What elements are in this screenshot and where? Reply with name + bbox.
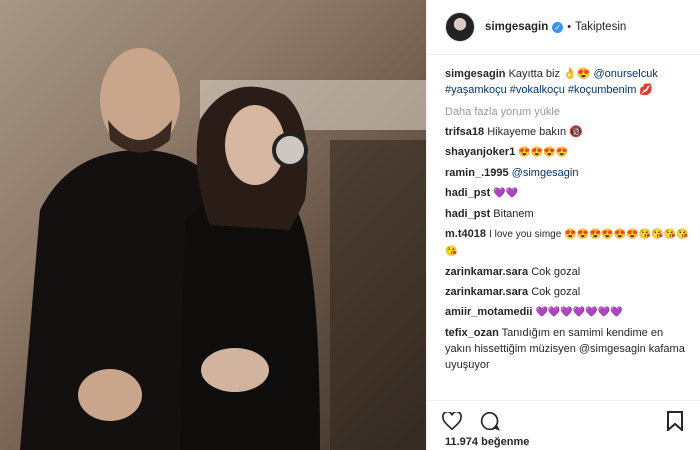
post-photo[interactable] xyxy=(0,0,426,450)
follow-status-button[interactable]: Takiptesin xyxy=(575,21,626,33)
photo-illustration xyxy=(0,0,426,450)
comment-text: Cok gozal xyxy=(531,286,581,298)
comment-text[interactable]: @simgesagin xyxy=(512,167,579,179)
comment-text: 💜💜 xyxy=(493,188,519,199)
caption-hashtags[interactable]: #yaşamkoçu #vokalkoçu #koçumbenim 💋 xyxy=(445,84,653,96)
comment-item: amiir_motamedii 💜💜💜💜💜💜💜 xyxy=(445,304,690,321)
avatar[interactable] xyxy=(445,12,475,42)
caption-mention[interactable]: @onurselcuk xyxy=(593,68,657,80)
comment-item: hadi_pst 💜💜 xyxy=(445,185,690,202)
caption-username[interactable]: simgesagin xyxy=(445,68,506,80)
verified-badge-icon: ✓ xyxy=(552,21,564,33)
comment-text: 💜💜💜💜💜💜💜 xyxy=(535,307,623,318)
comment-item: zarinkamar.sara Cok gozal xyxy=(445,284,690,300)
caption-text: Kayıtta biz 👌😍 xyxy=(508,68,591,80)
comment-text: Bitanem xyxy=(493,208,534,220)
instagram-post: simgesagin ✓ • Takiptesin simgesagin Kay… xyxy=(0,0,700,450)
comment-username[interactable]: ramin_.1995 xyxy=(445,167,509,179)
comment-item: shayanjoker1 😍😍😍😍 xyxy=(445,144,690,161)
comment-item: ramin_.1995 @simgesagin xyxy=(445,165,690,181)
bookmark-icon[interactable] xyxy=(664,410,686,432)
header-username[interactable]: simgesagin xyxy=(485,21,548,33)
comment-username[interactable]: trifsa18 xyxy=(445,126,484,138)
caption: simgesagin Kayıtta biz 👌😍 @onurselcuk #y… xyxy=(445,66,690,98)
separator-dot: • xyxy=(567,21,572,33)
comment-text: 😍😍😍😍 xyxy=(518,147,569,158)
comment-text: Cok gozal xyxy=(531,266,581,278)
comment-username[interactable]: zarinkamar.sara xyxy=(445,266,528,278)
comment-username[interactable]: tefix_ozan xyxy=(445,327,499,339)
comment-icon[interactable] xyxy=(479,410,501,432)
comment-item: trifsa18 Hikayeme bakın 🔞 xyxy=(445,124,690,140)
post-side-panel: simgesagin ✓ • Takiptesin simgesagin Kay… xyxy=(426,0,700,450)
comment-item: m.t4018 I love you simge 😍😍😍😍😍😍😘😘😘😘😘 xyxy=(445,226,690,260)
comment-username[interactable]: hadi_pst xyxy=(445,208,490,220)
comment-item: zarinkamar.sara Cok gozal xyxy=(445,264,690,280)
post-header: simgesagin ✓ • Takiptesin xyxy=(427,0,700,55)
post-actions-bar xyxy=(427,400,700,440)
comment-item: hadi_pst Bitanem xyxy=(445,206,690,222)
comment-username[interactable]: amiir_motamedii xyxy=(445,306,532,318)
comments-list: simgesagin Kayıtta biz 👌😍 @onurselcuk #y… xyxy=(445,66,690,377)
comment-username[interactable]: shayanjoker1 xyxy=(445,146,515,158)
likes-count[interactable]: 11.974 beğenme xyxy=(445,436,529,448)
comment-username[interactable]: m.t4018 xyxy=(445,228,486,240)
heart-icon[interactable] xyxy=(441,410,463,432)
comment-username[interactable]: zarinkamar.sara xyxy=(445,286,528,298)
comment-item: tefix_ozan Tanıdığım en samimi kendime e… xyxy=(445,325,690,373)
load-more-comments[interactable]: Daha fazla yorum yükle xyxy=(445,106,690,118)
comment-username[interactable]: hadi_pst xyxy=(445,187,490,199)
comment-text: Hikayeme bakın 🔞 xyxy=(487,126,583,138)
